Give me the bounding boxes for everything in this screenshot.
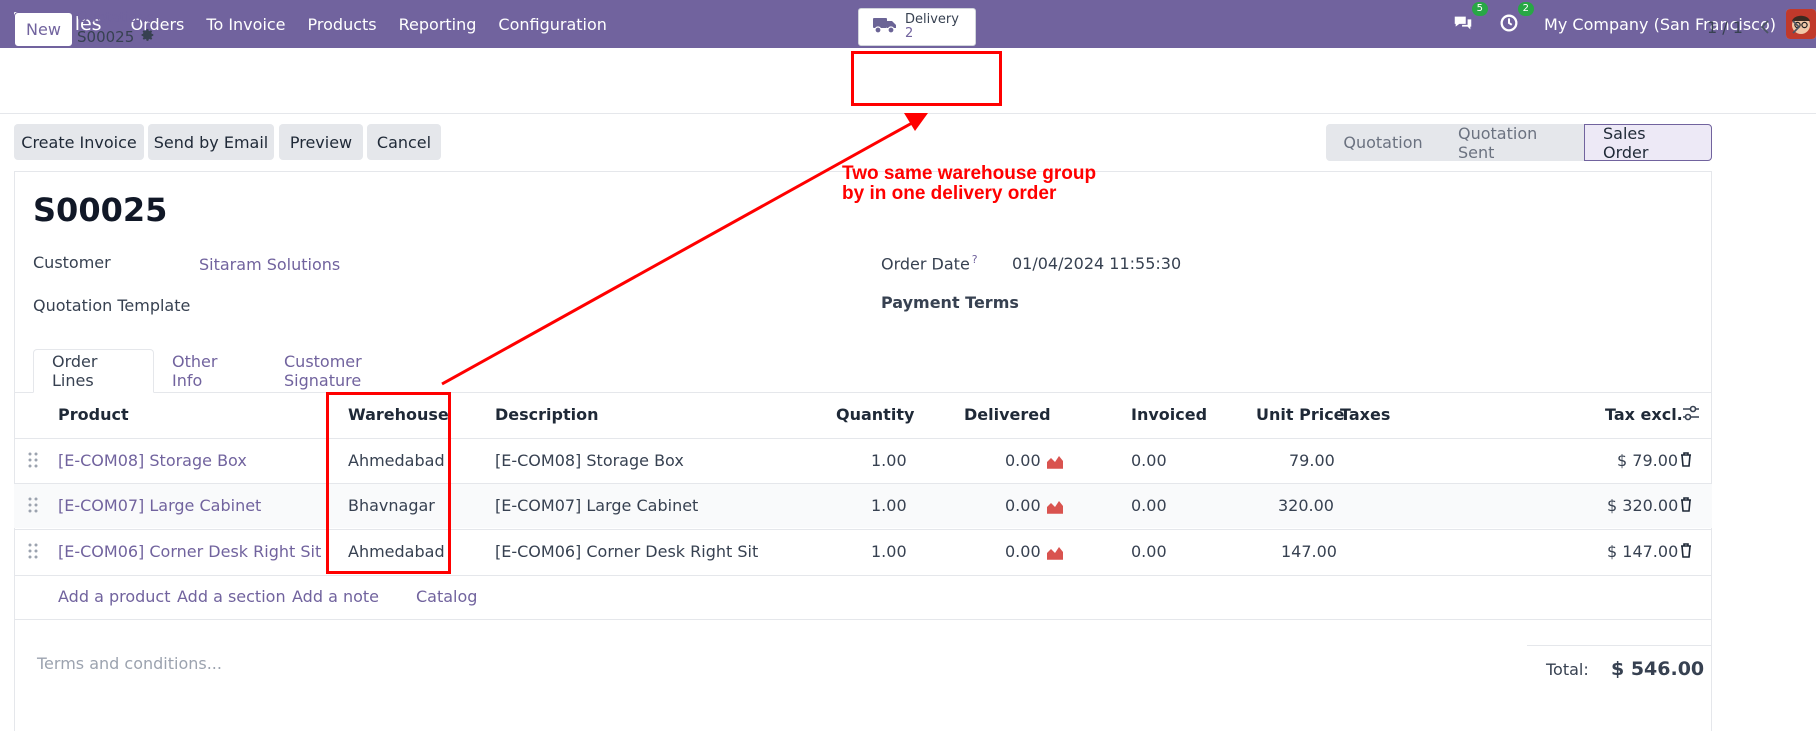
row-unit-price[interactable]: 79.00 [1289,451,1335,470]
tab-other-info[interactable]: Other Info [154,349,266,393]
menu-configuration[interactable]: Configuration [498,15,607,34]
customer-label: Customer [33,253,111,272]
status-bar: Quotation Quotation Sent Sales Order [1326,124,1712,162]
delete-row-icon[interactable] [1680,452,1692,471]
row-subtotal: $ 320.00 [1607,496,1679,515]
add-section-link[interactable]: Add a section [177,587,286,606]
create-invoice-button[interactable]: Create Invoice [14,124,144,160]
delivery-smart-button-text: Delivery 2 [905,13,959,41]
order-date-label: Order Date? [881,253,978,273]
row-product[interactable]: [E-COM08] Storage Box [58,451,247,470]
add-note-link[interactable]: Add a note [292,587,379,606]
activities-badge: 2 [1517,2,1535,16]
stage-quotation-sent[interactable]: Quotation Sent [1440,124,1584,162]
header-delivered[interactable]: Delivered [964,405,1051,424]
send-by-email-button[interactable]: Send by Email [148,124,274,160]
quotation-template-label: Quotation Template [33,296,191,315]
breadcrumb-quotations[interactable]: Quotations [77,10,154,26]
chevron-left-icon [1760,20,1769,34]
help-icon[interactable]: ? [972,253,978,266]
stage-quotation[interactable]: Quotation [1326,124,1440,161]
pager-value[interactable]: 1 / 1 [1707,18,1743,37]
chat-icon [1454,16,1472,30]
total-label: Total: [1546,660,1589,679]
menu-to-invoice[interactable]: To Invoice [206,15,285,34]
forecast-chart-icon[interactable] [1046,545,1064,564]
row-delivered: 0.00 [1005,451,1041,470]
row-unit-price[interactable]: 147.00 [1281,542,1337,561]
header-invoiced[interactable]: Invoiced [1131,405,1207,424]
breadcrumb-current: S00025 [77,28,155,46]
messages-button[interactable]: 5 [1452,2,1489,36]
order-date-label-text: Order Date [881,254,970,274]
row-unit-price[interactable]: 320.00 [1278,496,1334,515]
payment-terms-field[interactable] [1012,290,1652,318]
header-product[interactable]: Product [58,405,129,424]
row-subtotal: $ 79.00 [1617,451,1679,470]
header-taxes[interactable]: Taxes [1340,405,1390,424]
forecast-chart-icon[interactable] [1046,499,1064,518]
row-invoiced: 0.00 [1131,542,1167,561]
row-description[interactable]: [E-COM06] Corner Desk Right Sit [495,542,758,561]
row-delivered: 0.00 [1005,496,1041,515]
new-button[interactable]: New [14,12,73,47]
drag-handle-icon[interactable] [28,497,38,513]
terms-and-conditions-field[interactable]: Terms and conditions... [37,654,222,673]
preview-button[interactable]: Preview [279,124,363,160]
menu-products[interactable]: Products [308,15,377,34]
order-name: S00025 [33,191,168,229]
row-product[interactable]: [E-COM07] Large Cabinet [58,496,261,515]
menu-reporting[interactable]: Reporting [399,15,477,34]
drag-handle-icon[interactable] [28,543,38,559]
row-description[interactable]: [E-COM08] Storage Box [495,451,684,470]
row-quantity[interactable]: 1.00 [871,542,907,561]
order-date-field[interactable]: 01/04/2024 11:55:30 [1012,254,1181,273]
pager-next-button[interactable] [1781,12,1811,42]
table-row[interactable] [14,438,1712,483]
delivery-label: Delivery [905,12,959,27]
annotation-warehouse-highlight [326,392,451,574]
tab-customer-signature[interactable]: Customer Signature [266,349,446,393]
chevron-right-icon [1792,20,1801,34]
annotation-text: Two same warehouse group by in one deliv… [842,163,1097,204]
clock-icon [1500,14,1518,32]
total-value: $ 546.00 [1611,658,1705,680]
tab-order-lines[interactable]: Order Lines [33,349,154,393]
header-unit-price[interactable]: Unit Price [1256,405,1345,424]
row-description[interactable]: [E-COM07] Large Cabinet [495,496,698,515]
optional-columns-icon[interactable] [1682,405,1700,425]
catalog-link[interactable]: Catalog [416,587,477,606]
messages-badge: 5 [1471,2,1489,16]
pager-previous-button[interactable] [1750,12,1780,42]
row-product[interactable]: [E-COM06] Corner Desk Right Sit [58,542,321,561]
row-invoiced: 0.00 [1131,496,1167,515]
delete-row-icon[interactable] [1680,497,1692,516]
row-quantity[interactable]: 1.00 [871,496,907,515]
total-divider [1527,645,1712,646]
quotation-template-field[interactable] [199,290,839,318]
forecast-chart-icon[interactable] [1046,454,1064,473]
delivery-smart-button[interactable]: Delivery 2 [858,8,976,46]
truck-icon [873,16,897,38]
row-subtotal: $ 147.00 [1607,542,1679,561]
breadcrumb-current-label: S00025 [77,28,135,46]
header-tax-excl[interactable]: Tax excl. [1605,405,1683,424]
delete-row-icon[interactable] [1680,543,1692,562]
header-quantity[interactable]: Quantity [836,405,914,424]
row-delivered: 0.00 [1005,542,1041,561]
customer-field[interactable]: Sitaram Solutions [199,255,340,274]
delivery-count: 2 [905,26,914,41]
gear-icon[interactable] [141,28,155,46]
cancel-button[interactable]: Cancel [367,124,441,160]
header-description[interactable]: Description [495,405,598,424]
payment-terms-label: Payment Terms [881,293,1019,312]
drag-handle-icon[interactable] [28,452,38,468]
row-invoiced: 0.00 [1131,451,1167,470]
annotation-delivery-highlight [851,51,1002,106]
table-row[interactable] [14,483,1712,528]
stage-sales-order[interactable]: Sales Order [1584,124,1712,162]
row-quantity[interactable]: 1.00 [871,451,907,470]
activities-button[interactable]: 2 [1498,2,1535,36]
add-product-link[interactable]: Add a product [58,587,171,606]
